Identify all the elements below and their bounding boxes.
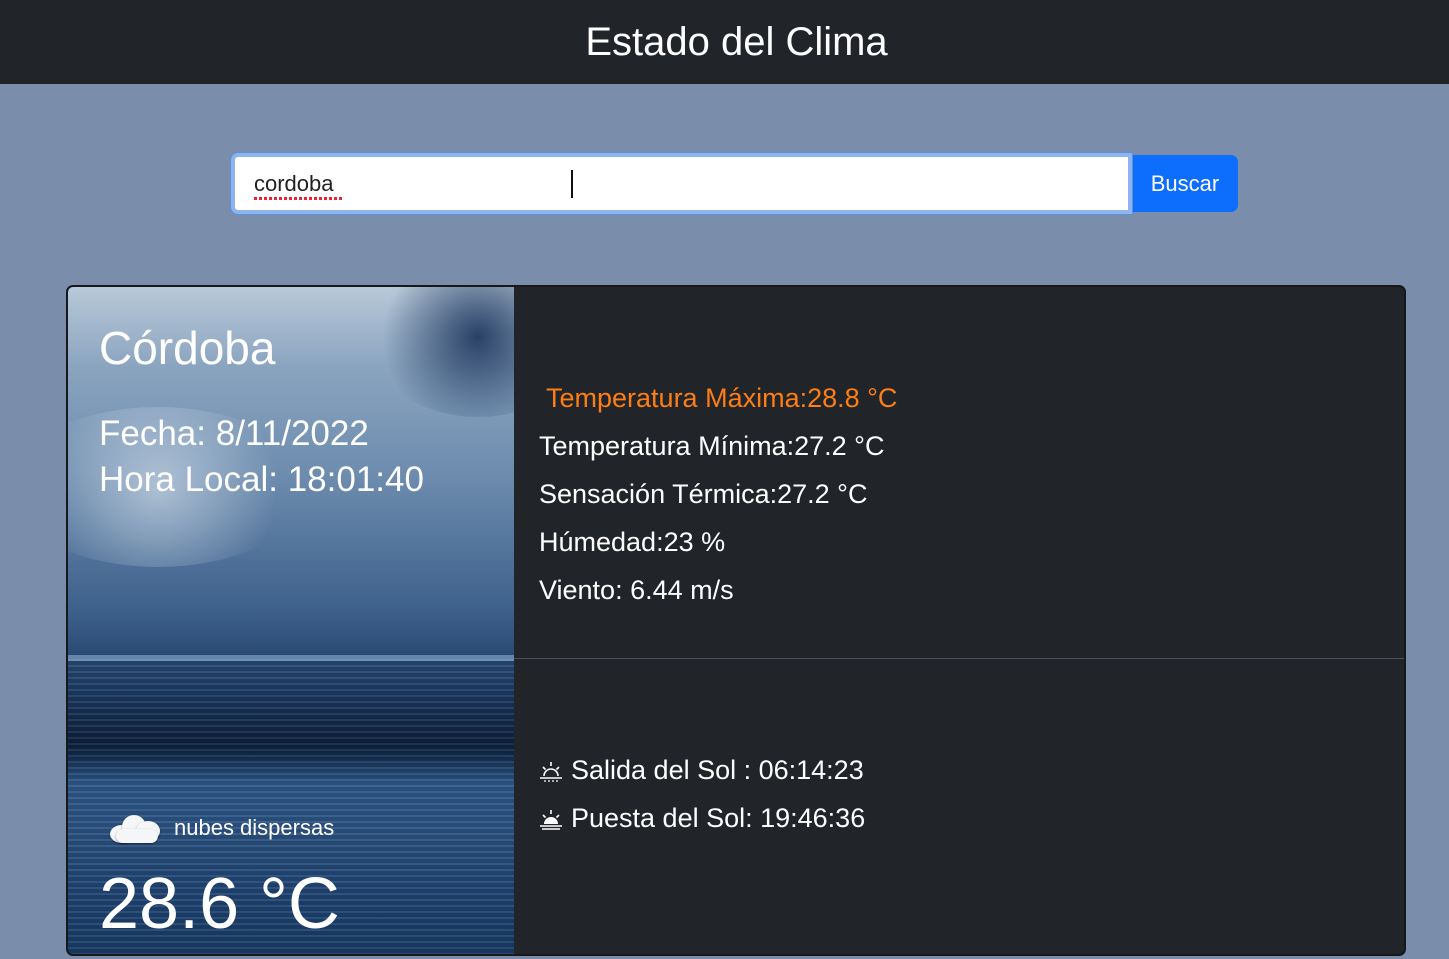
search-input[interactable] xyxy=(230,152,1133,215)
weather-card: Córdoba Fecha: 8/11/2022 Hora Local: 18:… xyxy=(66,285,1406,956)
search-input-wrapper xyxy=(230,152,1133,215)
current-temperature: 28.6 °C xyxy=(99,864,340,944)
header-bar: Estado del Clima xyxy=(0,0,1449,84)
local-time-line: Hora Local: 18:01:40 xyxy=(99,460,424,499)
sun-details: Salida del Sol : 06:14:23 Puesta del Sol… xyxy=(514,659,1404,954)
min-temperature: Temperatura Mínima:27.2 °C xyxy=(539,431,885,461)
sunrise-text: Salida del Sol : 06:14:23 xyxy=(571,755,864,785)
sunset-icon xyxy=(540,809,562,830)
search-button[interactable]: Buscar xyxy=(1132,155,1238,212)
search-form: Buscar xyxy=(230,152,1238,215)
date-line: Fecha: 8/11/2022 xyxy=(99,414,369,453)
feels-like: Sensación Térmica:27.2 °C xyxy=(539,479,868,509)
spellcheck-underline xyxy=(254,197,342,200)
sunrise-icon xyxy=(540,761,562,782)
weather-background-image: Córdoba Fecha: 8/11/2022 Hora Local: 18:… xyxy=(68,287,514,954)
sky-cloud-shape xyxy=(368,287,514,417)
humidity: Húmedad:23 % xyxy=(539,527,726,557)
scattered-clouds-icon xyxy=(110,811,162,845)
sunrise-row: Salida del Sol : 06:14:23 xyxy=(539,755,864,786)
weather-description-text: nubes dispersas xyxy=(174,815,335,840)
text-caret xyxy=(571,170,573,198)
weather-description: nubes dispersas xyxy=(110,811,334,845)
page-title: Estado del Clima xyxy=(585,19,888,64)
city-name: Córdoba xyxy=(99,322,276,374)
temperature-details: Temperatura Máxima:28.8 °C Temperatura M… xyxy=(514,287,1404,659)
max-temperature: Temperatura Máxima:28.8 °C xyxy=(546,383,898,413)
sunset-row: Puesta del Sol: 19:46:36 xyxy=(539,803,865,834)
sunset-text: Puesta del Sol: 19:46:36 xyxy=(571,803,866,833)
date-time-block: Fecha: 8/11/2022 Hora Local: 18:01:40 xyxy=(99,411,424,503)
wind-speed: Viento: 6.44 m/s xyxy=(539,575,734,605)
